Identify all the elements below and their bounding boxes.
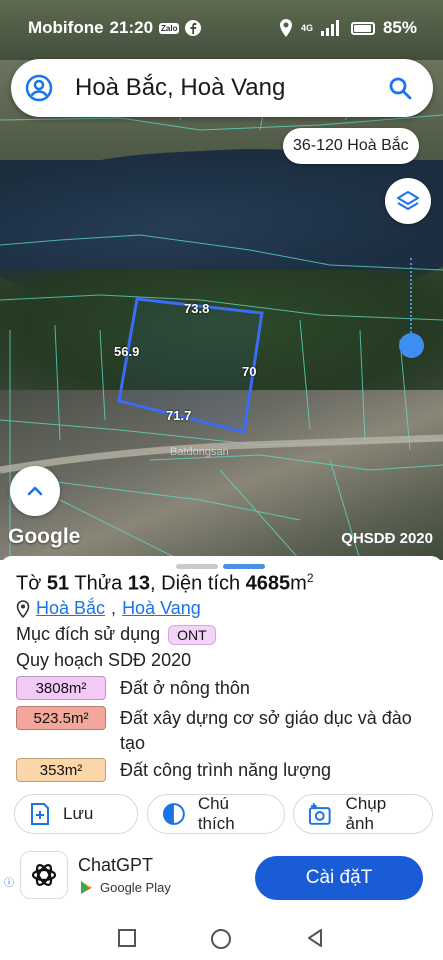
plan-item: 353m² Đất công trình năng lượng [16,758,420,783]
location-pin-icon [279,19,292,37]
plan-description: Đất xây dựng cơ sở giáo dục và đào tạo [120,708,412,753]
layers-button[interactable] [385,178,431,224]
plan-item: 523.5m² Đất xây dựng cơ sở giáo dục và đ… [16,706,420,756]
area-chip[interactable]: 36-120 Hoà Bắc [283,128,419,164]
search-bar[interactable]: Hoà Bắc, Hoà Vang [11,59,433,117]
recents-icon[interactable] [117,928,137,948]
commune-link[interactable]: Hoà Bắc [36,598,105,619]
dimension-left: 56.9 [114,344,140,359]
back-icon[interactable] [305,928,325,948]
account-icon[interactable] [25,74,53,102]
bookmark-add-icon [31,803,49,825]
save-button[interactable]: Lưu [14,794,138,834]
network-type: 4G [300,22,313,33]
ad-store: Google Play [80,880,171,895]
dimension-right: 70 [242,364,257,379]
search-icon[interactable] [387,75,413,101]
plan-area-badge: 353m² [16,758,106,782]
opacity-slider-knob[interactable] [399,333,424,358]
zalo-icon: Zalo [159,22,180,34]
battery-icon [350,21,375,35]
ad-banner[interactable]: ⓘ ChatGPT Google Play Cài đặT [0,841,443,916]
ad-info-icon[interactable]: ⓘ [4,874,14,889]
expand-up-button[interactable] [10,466,60,516]
dimension-top: 73.8 [184,301,210,316]
photo-button[interactable]: Chụp ảnh [293,794,433,834]
parcel-info-sheet: Tờ 51 Thửa 13, Diện tích 4685m2 Hoà Bắc,… [0,556,443,841]
plan-title: Quy hoạch SDĐ 2020 [16,650,192,670]
carrier-label: Mobifone [28,18,104,37]
plan-area-badge: 3808m² [16,676,106,700]
openai-icon [31,864,57,886]
contrast-icon [162,803,185,825]
plan-item: 3808m² Đất ở nông thôn [16,676,420,701]
google-play-icon [81,881,92,894]
install-button[interactable]: Cài đặT [255,856,423,900]
layers-icon [397,191,419,210]
ad-app-name: ChatGPT [78,855,154,875]
district-link[interactable]: Hoà Vang [122,598,201,619]
sheet-handle-left[interactable] [176,564,218,569]
land-use-purpose: Mục đích sử dụng ONT [16,624,216,645]
dimension-bottom: 71.7 [166,408,192,423]
chevron-up-icon [27,486,43,496]
status-bar: Mobifone 21:20 Zalo 4G 85% [0,0,443,54]
parcel-location: Hoà Bắc, Hoà Vang [16,598,201,619]
search-input[interactable]: Hoà Bắc, Hoà Vang [75,74,387,102]
plan-year-label: QHSDĐ 2020 [341,530,433,547]
sheet-handle-right[interactable] [223,564,265,569]
location-pin-icon [16,599,30,618]
system-nav-bar [0,916,443,960]
battery-percent: 85% [382,18,417,37]
plan-area-badge: 523.5m² [16,706,106,730]
purpose-label: Mục đích sử dụng [16,624,161,644]
legend-button[interactable]: Chú thích [147,794,285,834]
map-watermark: Batdongsan [170,446,229,458]
clock: 21:20 [109,18,154,37]
google-logo: Google [8,525,81,548]
chatgpt-logo [20,851,68,899]
camera-add-icon [308,803,331,825]
facebook-icon [185,20,202,36]
plan-description: Đất ở nông thôn [120,678,250,698]
home-icon[interactable] [210,928,232,950]
opacity-slider-track[interactable] [410,258,412,333]
purpose-code-badge: ONT [168,624,216,645]
plan-description: Đất công trình năng lượng [120,760,331,780]
parcel-title: Tờ 51 Thửa 13, Diện tích 4685m2 [16,571,314,595]
signal-icon [320,20,339,36]
